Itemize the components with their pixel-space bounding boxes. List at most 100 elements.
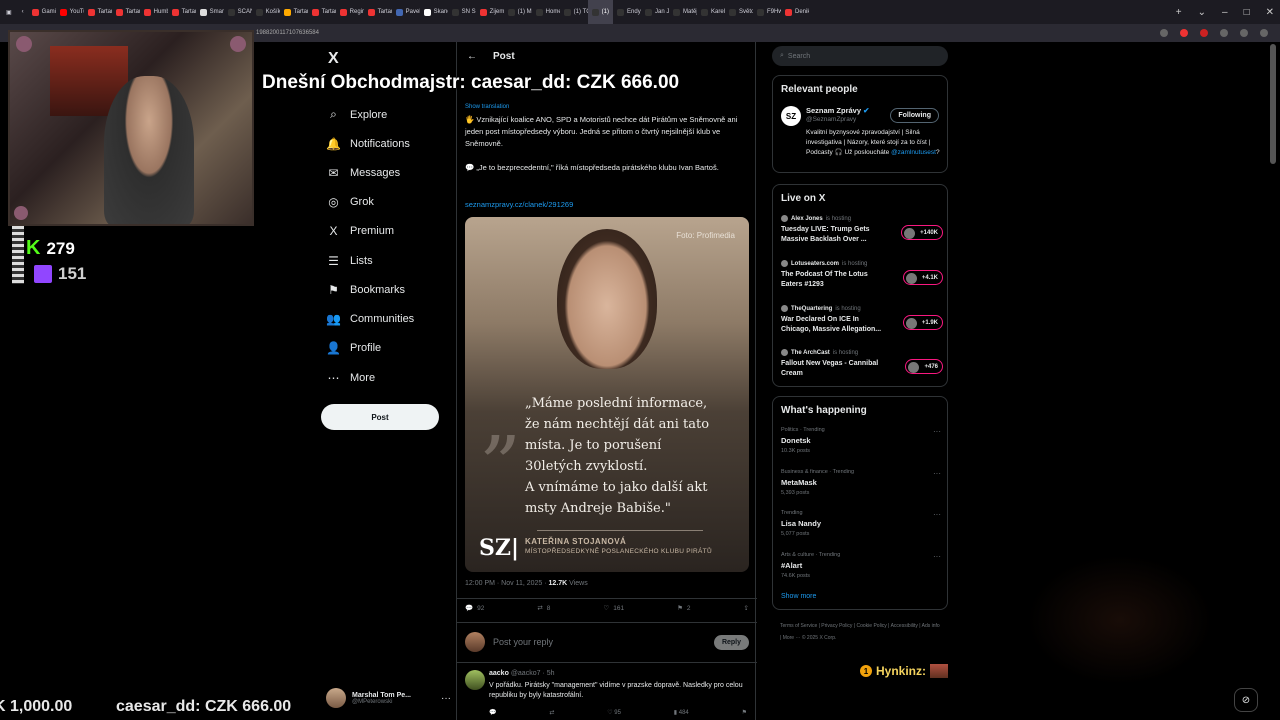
nav-item-notifications[interactable]: 🔔 Notifications [326,137,410,151]
browser-tab[interactable]: Tartar [112,0,140,24]
listener-count-pill[interactable]: +4.1K [902,270,943,285]
nav-item-premium[interactable]: X Premium [327,224,394,238]
post-time[interactable]: 12:00 PM · Nov 11, 2025 · [465,580,549,587]
browser-tab[interactable]: Jan Ja [641,0,669,24]
nav-item-profile[interactable]: 👤 Profile [326,341,381,355]
share-button[interactable]: ⇪ [744,604,749,612]
profile-name[interactable]: Seznam Zprávy ✔ [806,106,869,115]
reply-button[interactable]: 💬 92 [465,604,484,613]
nav-item-lists[interactable]: ☰ Lists [327,254,373,268]
browser-tab[interactable]: Humb [140,0,168,24]
maximize-button[interactable]: □ [1244,7,1250,18]
trend-item[interactable]: Politics · Trending Donetsk 10.3K posts ··· [781,427,943,454]
post-image[interactable]: Foto: Profimedia „ „Máme poslední inform… [465,217,749,572]
show-more-link[interactable]: Show more [781,593,816,600]
browser-tab[interactable]: Karel [697,0,725,24]
browser-tab[interactable]: (1) [587,0,614,24]
browser-tab[interactable]: Home [532,0,560,24]
extension-icon[interactable] [1160,29,1168,37]
bookmark-button[interactable]: ⚑ 2 [677,604,690,613]
x-logo-icon[interactable]: X [328,50,339,68]
browser-tab[interactable]: Smart [196,0,224,24]
nav-item-messages[interactable]: ✉ Messages [327,166,400,180]
avatar[interactable] [465,670,485,690]
tab-list-icon[interactable]: ⌄ [1198,7,1206,18]
show-translation-link[interactable]: Show translation [465,104,509,110]
browser-tab[interactable]: Regim [336,0,364,24]
like-button[interactable]: ♡ 161 [603,604,624,613]
tab-scroll-left[interactable]: ‹ [18,0,28,24]
avatar[interactable]: SZ [781,106,801,126]
listener-count-pill[interactable]: +140K [901,225,943,240]
nav-item-communities[interactable]: 👥 Communities [326,312,414,326]
more-dots-icon[interactable]: ··· [933,552,941,561]
grok-button[interactable]: ⊘ [1234,688,1258,712]
url-text[interactable]: 1988200117107636584 [256,30,319,36]
listener-count-pill[interactable]: +1.9K [902,315,943,330]
browser-tab[interactable]: Endyr [613,0,641,24]
trend-item[interactable]: Business & finance · Trending MetaMask 5,3… [781,469,943,496]
repost-button[interactable]: ⇄ 8 [537,604,550,613]
article-link[interactable]: seznamzpravy.cz/clanek/291269 [465,200,573,209]
nav-item-bookmarks[interactable]: ⚑ Bookmarks [327,283,405,297]
browser-tab[interactable]: Skand [420,0,448,24]
bio-link[interactable]: @zamlnutusest [891,149,936,156]
nav-item-more[interactable]: ⋯ More [327,371,376,385]
browser-tab[interactable]: Tartar [84,0,112,24]
reply-author[interactable]: aacko [489,670,509,677]
views-button[interactable]: ▮ 484 [674,709,689,716]
browser-tab[interactable]: (1) TC [560,0,588,24]
reply-submit-button[interactable]: Reply [713,634,749,650]
extensions-puzzle-icon[interactable] [1240,29,1248,37]
browser-tab[interactable]: Denik [781,0,809,24]
like-button[interactable]: ♡ 95 [607,709,621,716]
search-input[interactable]: ⌕ Search [772,46,948,66]
nav-item-grok[interactable]: ◎ Grok [327,195,374,209]
page-scrollbar[interactable] [1270,44,1276,164]
reply-input[interactable]: Post your reply [493,637,553,647]
browser-tab[interactable]: Tartar [168,0,196,24]
tab-overview-icon[interactable]: ▣ [0,0,18,24]
live-space-item[interactable]: Lotuseaters.com is hosting The Podcast Of … [781,260,943,290]
browser-tab[interactable]: F9Hw [753,0,781,24]
extension-icon[interactable] [1200,29,1208,37]
post-button[interactable]: Post [321,404,439,430]
more-dots-icon[interactable]: ··· [933,469,941,478]
browser-tab[interactable]: Tartar [364,0,392,24]
browser-tab[interactable]: Tartar [280,0,308,24]
browser-tab[interactable]: Matěj [669,0,697,24]
browser-tab[interactable]: YouTu [56,0,84,24]
browser-tab[interactable]: Gami [28,0,56,24]
new-tab-button[interactable]: + [1176,7,1182,18]
browser-tab[interactable]: (1) Mi [504,0,532,24]
trend-item[interactable]: Arts & culture · Trending #Alart 74.6K pos… [781,552,943,579]
account-switcher[interactable]: Marshal Tom Pe... @MPeterowski ··· [326,685,451,711]
browser-tab[interactable]: SCAN [224,0,252,24]
browser-tab[interactable]: Košík [252,0,280,24]
browser-tab[interactable]: Světo [725,0,753,24]
browser-tab[interactable]: Zijem [476,0,504,24]
live-space-item[interactable]: The ArchCast is hosting Fallout New Vegas … [781,349,943,379]
listener-count-pill[interactable]: +476 [905,359,943,374]
live-space-item[interactable]: Alex Jones is hosting Tuesday LIVE: Trump … [781,215,943,245]
footer-links[interactable]: Terms of Service | Privacy Policy | Cook… [780,620,940,644]
extension-icon[interactable] [1180,29,1188,37]
close-window-button[interactable]: ✕ [1266,7,1274,18]
minimize-button[interactable]: – [1222,7,1228,18]
reply-icon[interactable]: 💬 [489,709,496,716]
nav-item-explore[interactable]: ⌕ Explore [327,107,387,121]
live-space-item[interactable]: TheQuartering is hosting War Declared On I… [781,305,943,335]
menu-icon[interactable] [1260,29,1268,37]
extension-icon[interactable] [1220,29,1228,37]
browser-tab[interactable]: Tartar [308,0,336,24]
repost-icon[interactable]: ⇄ [549,709,554,716]
browser-tab[interactable]: SN Sném [448,0,476,24]
more-dots-icon[interactable]: ··· [441,693,451,704]
back-arrow-icon[interactable]: ← [467,51,477,62]
following-button[interactable]: Following [890,108,939,123]
more-dots-icon[interactable]: ··· [933,427,941,436]
bookmark-icon[interactable]: ⚑ [742,709,747,716]
more-dots-icon[interactable]: ··· [933,510,941,519]
browser-tab[interactable]: Pavel [392,0,420,24]
trend-item[interactable]: Trending Lisa Nandy 5,077 posts ··· [781,510,943,537]
